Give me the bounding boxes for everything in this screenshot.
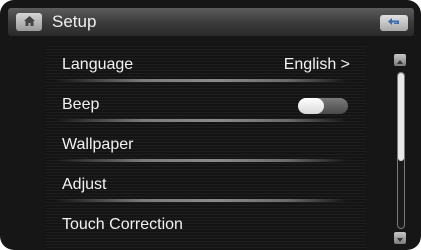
- scroll-down-button[interactable]: [394, 232, 406, 244]
- return-icon: [388, 14, 400, 32]
- menu-item-label: Adjust: [62, 176, 107, 193]
- menu-item-touch-correction[interactable]: Touch Correction: [46, 204, 366, 244]
- title-bar: Setup: [8, 8, 414, 36]
- menu-item-label: Wallpaper: [62, 136, 134, 153]
- scroll-down-icon: [397, 229, 403, 247]
- divider: [56, 79, 346, 82]
- menu-item-label: Beep: [62, 96, 100, 113]
- toggle-knob: [298, 98, 324, 114]
- setup-screen: Setup Language English > Beep Wallpaper …: [0, 0, 421, 250]
- scrollbar[interactable]: [392, 54, 408, 244]
- menu-item-label: Language: [62, 56, 134, 73]
- scroll-up-button[interactable]: [394, 54, 406, 66]
- beep-toggle[interactable]: [298, 98, 348, 114]
- divider: [56, 119, 346, 122]
- home-icon: [23, 13, 35, 31]
- menu-item-label: Touch Correction: [62, 216, 183, 233]
- menu-item-beep[interactable]: Beep: [46, 84, 366, 124]
- divider: [56, 159, 346, 162]
- menu-item-wallpaper[interactable]: Wallpaper: [46, 124, 366, 164]
- language-value: English >: [283, 56, 350, 73]
- scroll-track[interactable]: [397, 72, 405, 229]
- divider: [56, 199, 346, 202]
- scroll-up-icon: [397, 51, 403, 69]
- home-button[interactable]: [16, 13, 42, 31]
- settings-menu: Language English > Beep Wallpaper Adjust…: [46, 44, 366, 250]
- menu-item-language[interactable]: Language English >: [46, 44, 366, 84]
- scroll-thumb[interactable]: [398, 73, 404, 161]
- page-title: Setup: [52, 12, 97, 31]
- menu-item-adjust[interactable]: Adjust: [46, 164, 366, 204]
- back-button[interactable]: [380, 15, 408, 31]
